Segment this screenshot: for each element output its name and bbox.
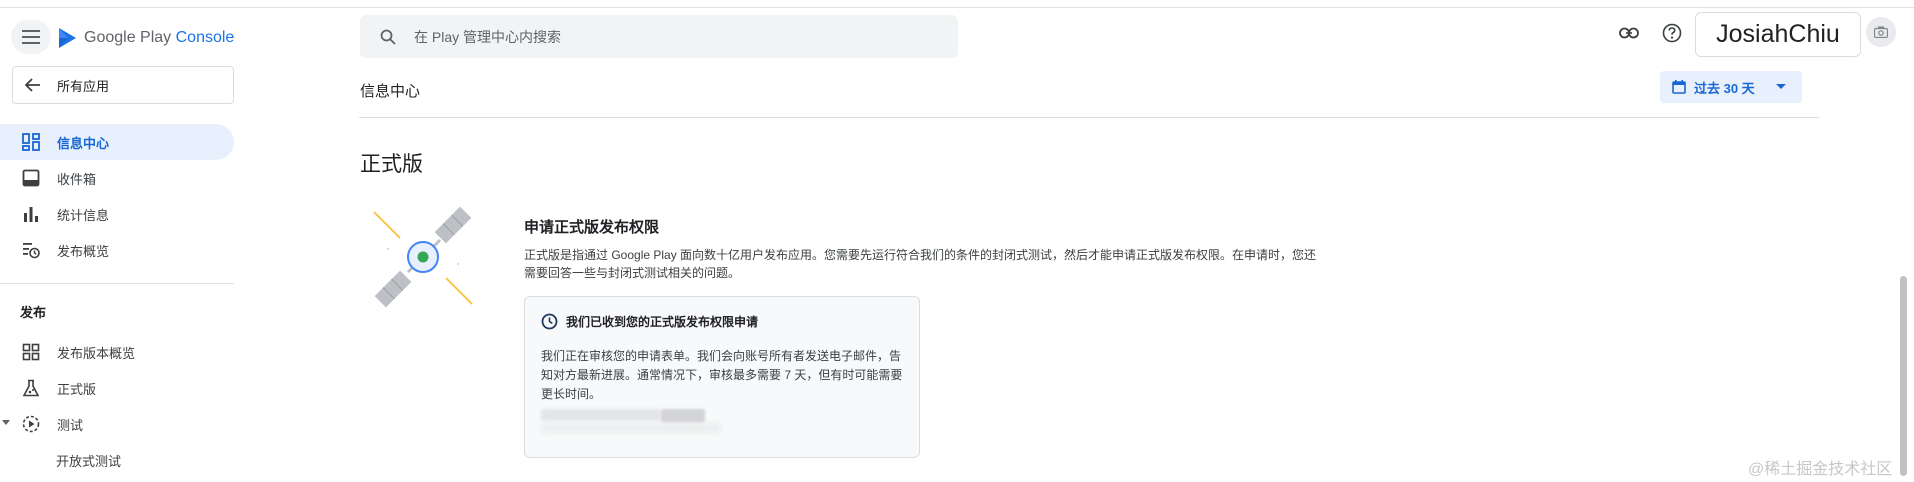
status-card-header: 我们已收到您的正式版发布权限申请 <box>541 313 758 330</box>
sidebar-item-statistics[interactable]: 统计信息 <box>0 196 234 232</box>
watermark: @稀土掘金技术社区 <box>1748 461 1893 478</box>
arrow-back-icon <box>25 78 40 92</box>
redacted-text <box>661 409 705 423</box>
request-title: 申请正式版发布权限 <box>524 219 660 236</box>
help-button[interactable] <box>1658 19 1686 47</box>
sidebar-item-testing[interactable]: 测试 <box>0 406 234 442</box>
search-bar[interactable] <box>360 15 958 58</box>
status-card-title: 我们已收到您的正式版发布权限申请 <box>566 315 759 329</box>
all-apps-button[interactable]: 所有应用 <box>12 66 234 104</box>
sidebar-item-dashboard[interactable]: 信息中心 <box>0 124 234 160</box>
sidebar-item-releases-overview[interactable]: 发布版本概览 <box>0 334 234 370</box>
sidebar-divider <box>0 283 234 284</box>
request-status-card: 我们已收到您的正式版发布权限申请 我们正在审核您的申请表单。我们会向账号所有者发… <box>524 296 920 458</box>
google-play-console-logo[interactable]: Google Play Console <box>56 27 234 49</box>
page-title: 信息中心 <box>360 83 421 100</box>
sidebar-item-release-overview[interactable]: 发布概览 <box>0 232 234 268</box>
avatar[interactable] <box>1866 17 1896 47</box>
camera-avatar-icon <box>1874 26 1888 38</box>
play-console-logo-icon <box>59 28 76 48</box>
sidebar-item-label: 信息中心 <box>57 135 110 151</box>
link-button[interactable] <box>1615 19 1643 47</box>
top-border <box>0 7 1914 8</box>
sidebar-section-heading: 发布 <box>20 305 47 320</box>
inbox-icon <box>22 169 40 187</box>
menu-button[interactable] <box>11 20 51 54</box>
dashboard-icon <box>22 133 40 151</box>
status-card-body: 我们正在审核您的申请表单。我们会向账号所有者发送电子邮件，告知对方最新进展。通常… <box>541 349 903 401</box>
release-overview-icon <box>23 243 40 259</box>
sidebar-item-production[interactable]: 正式版 <box>0 370 234 406</box>
search-input[interactable] <box>414 28 934 45</box>
link-icon <box>1619 27 1639 39</box>
grid-icon <box>22 343 40 361</box>
sidebar-item-label: 收件箱 <box>57 171 97 187</box>
sidebar-item-label: 正式版 <box>57 381 97 397</box>
section-title: 正式版 <box>360 153 423 176</box>
sidebar-item-label: 测试 <box>57 417 84 433</box>
scrollbar[interactable] <box>1900 276 1907 476</box>
content-divider <box>359 117 1819 118</box>
sidebar-item-inbox[interactable]: 收件箱 <box>0 160 234 196</box>
search-icon <box>380 29 396 45</box>
testing-icon <box>22 415 40 433</box>
date-range-label: 过去 30 天 <box>1694 80 1755 96</box>
sidebar-item-label: 发布概览 <box>57 243 110 259</box>
sidebar-item-label: 统计信息 <box>57 207 110 223</box>
sidebar-item-label: 发布版本概览 <box>57 345 136 361</box>
user-account-button[interactable]: JosiahChiu <box>1695 12 1861 57</box>
satellite-illustration <box>373 206 473 308</box>
production-icon <box>22 379 40 397</box>
bar-chart-icon <box>24 207 38 222</box>
sidebar-item-open-testing[interactable]: 开放式测试 <box>0 442 234 478</box>
all-apps-label: 所有应用 <box>57 78 110 94</box>
date-range-button[interactable]: 过去 30 天 <box>1660 71 1802 103</box>
hamburger-menu-icon <box>22 30 40 44</box>
redacted-text <box>541 409 661 421</box>
chevron-down-icon <box>1776 84 1786 89</box>
redacted-text <box>541 423 721 433</box>
clock-icon <box>541 313 558 330</box>
logo-text: Google Play Console <box>84 29 235 46</box>
sidebar-item-label: 开放式测试 <box>56 453 122 469</box>
request-description: 正式版是指通过 Google Play 面向数十亿用户发布应用。您需要先运行符合… <box>524 248 1317 280</box>
help-icon <box>1662 23 1682 43</box>
calendar-icon <box>1672 80 1686 94</box>
